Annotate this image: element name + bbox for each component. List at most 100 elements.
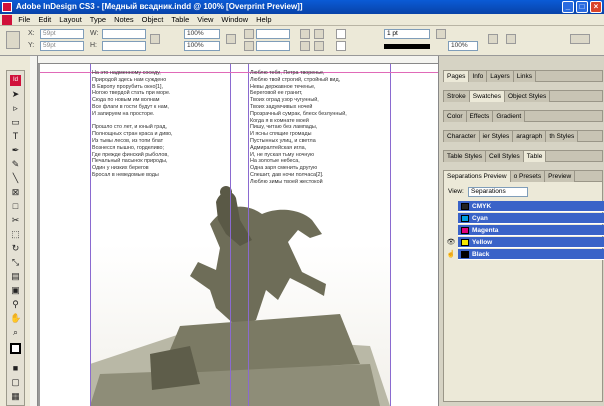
frame-fitting-icon[interactable] (436, 29, 446, 39)
normal-view-icon[interactable]: ▢ (10, 377, 21, 388)
type-tool-icon[interactable]: T (10, 131, 21, 142)
pen-tool-icon[interactable]: ✒ (10, 145, 21, 156)
w-field[interactable] (102, 29, 146, 39)
menu-notes[interactable]: Notes (110, 14, 138, 26)
constrain-proportions-icon[interactable] (150, 34, 160, 44)
separation-row-cyan[interactable]: Cyan (458, 213, 604, 224)
separation-row-cmyk[interactable]: CMYK (458, 201, 604, 212)
minimize-button[interactable]: _ (562, 1, 574, 13)
menu-view[interactable]: View (193, 14, 217, 26)
text-frame-left[interactable]: На это надменному соседу, Природой здесь… (92, 70, 173, 179)
tab-flattener-presets[interactable]: o Presets (510, 171, 546, 182)
note-tool-icon[interactable]: ▣ (10, 285, 21, 296)
tab-pages[interactable]: Pages (444, 71, 470, 82)
visibility-toggle[interactable] (446, 201, 456, 212)
menu-help[interactable]: Help (252, 14, 275, 26)
horizontal-ruler[interactable] (30, 56, 438, 64)
tab-character[interactable]: Character (444, 131, 480, 142)
tab-color[interactable]: Color (444, 111, 467, 122)
visibility-toggle[interactable] (446, 213, 456, 224)
x-field[interactable]: 59pt (40, 29, 84, 39)
tab-paragraph[interactable]: aragraph (513, 131, 547, 142)
flip-horizontal-icon[interactable] (300, 41, 310, 51)
tab-paragraph-styles[interactable]: th Styles (546, 131, 579, 142)
scissors-tool-icon[interactable]: ✂ (10, 215, 21, 226)
tab-effects[interactable]: Effects (466, 111, 494, 122)
tab-table-styles[interactable]: Table Styles (444, 151, 487, 162)
stroke-type-icon[interactable] (384, 44, 430, 49)
tools-panel: Id ➤ ▹ ▭ T ✒ ✎ ╲ ⊠ □ ✂ ⬚ ↻ ⤡ ▤ ▣ ⚲ ✋ ⌕ ■… (6, 70, 25, 406)
menu-table[interactable]: Table (167, 14, 193, 26)
scale-y-field[interactable]: 100% (184, 41, 220, 51)
opacity-field[interactable]: 100% (448, 41, 478, 51)
scale-x-field[interactable]: 100% (184, 29, 220, 39)
rectangle-frame-tool-icon[interactable]: ⊠ (10, 187, 21, 198)
effects-icon[interactable] (488, 34, 498, 44)
rotate-ccw-icon[interactable] (314, 29, 324, 39)
reference-point-icon[interactable] (6, 31, 20, 49)
hand-tool-icon[interactable]: ✋ (10, 313, 21, 324)
scale-tool-icon[interactable]: ⤡ (10, 257, 21, 268)
selection-tool-icon[interactable]: ➤ (10, 89, 21, 100)
menu-file[interactable]: File (14, 14, 34, 26)
shear-icon[interactable] (244, 41, 254, 51)
zoom-tool-icon[interactable]: ⌕ (10, 327, 21, 338)
tab-stroke[interactable]: Stroke (444, 91, 470, 102)
separation-row-black[interactable]: Black (458, 249, 604, 260)
menu-window[interactable]: Window (217, 14, 252, 26)
view-dropdown[interactable]: Separations (468, 187, 528, 197)
tab-separations-preview[interactable]: Separations Preview (444, 171, 511, 182)
preview-view-icon[interactable]: ▦ (10, 391, 21, 402)
gradient-tool-icon[interactable]: ▤ (10, 271, 21, 282)
panel-menu-icon[interactable] (570, 34, 590, 44)
eyedropper-tool-icon[interactable]: ⚲ (10, 299, 21, 310)
h-field[interactable] (102, 41, 146, 51)
tab-preview[interactable]: Preview (545, 171, 576, 182)
separation-row-yellow[interactable]: Yellow (458, 237, 604, 248)
direct-selection-tool-icon[interactable]: ▹ (10, 103, 21, 114)
tab-table[interactable]: Table (523, 151, 547, 162)
maximize-button[interactable]: □ (576, 1, 588, 13)
tab-object-styles[interactable]: Object Styles (504, 91, 551, 102)
close-button[interactable]: × (590, 1, 602, 13)
menu-type[interactable]: Type (86, 14, 110, 26)
rotation-field[interactable] (256, 29, 290, 39)
constrain-scale-icon[interactable] (226, 34, 236, 44)
tab-gradient[interactable]: Gradient (493, 111, 526, 122)
stroke-swatch-icon[interactable] (336, 41, 346, 51)
tab-cell-styles[interactable]: Cell Styles (486, 151, 524, 162)
vertical-ruler[interactable] (30, 56, 38, 406)
separation-name: Black (472, 251, 490, 258)
text-frame-right[interactable]: Люблю тебя, Петра творенье, Люблю твой с… (250, 70, 347, 186)
tab-links[interactable]: Links (513, 71, 536, 82)
fill-swatch-icon[interactable] (336, 29, 346, 39)
drop-shadow-icon[interactable] (506, 34, 516, 44)
menu-layout[interactable]: Layout (55, 14, 86, 26)
shear-field[interactable] (256, 41, 290, 51)
rotate-tool-icon[interactable]: ↻ (10, 243, 21, 254)
rotate-icon[interactable] (244, 29, 254, 39)
eye-icon[interactable]: 👁 (446, 237, 456, 248)
stroke-weight-field[interactable]: 1 pt (384, 29, 430, 39)
free-transform-tool-icon[interactable]: ⬚ (10, 229, 21, 240)
apply-color-icon[interactable]: ■ (10, 363, 21, 374)
visibility-toggle[interactable] (446, 225, 456, 236)
menu-edit[interactable]: Edit (34, 14, 55, 26)
pencil-tool-icon[interactable]: ✎ (10, 159, 21, 170)
separation-row-magenta[interactable]: Magenta (458, 225, 604, 236)
text-line: Печальный пасынок природы, (92, 158, 168, 165)
hand-cursor-icon[interactable]: ☝ (446, 249, 456, 260)
flip-vertical-icon[interactable] (314, 41, 324, 51)
fill-stroke-icon[interactable] (10, 343, 21, 354)
rotate-cw-icon[interactable] (300, 29, 310, 39)
y-field[interactable]: 59pt (40, 41, 84, 51)
tab-layers[interactable]: Layers (487, 71, 514, 82)
tab-character-styles[interactable]: ier Styles (479, 131, 514, 142)
rectangle-tool-icon[interactable]: □ (10, 201, 21, 212)
menu-object[interactable]: Object (138, 14, 168, 26)
text-line: Пустынных улиц, и светла (250, 137, 316, 144)
line-tool-icon[interactable]: ╲ (10, 173, 21, 184)
page-tool-icon[interactable]: ▭ (10, 117, 21, 128)
tab-swatches[interactable]: Swatches (469, 91, 505, 102)
tab-info[interactable]: Info (469, 71, 488, 82)
